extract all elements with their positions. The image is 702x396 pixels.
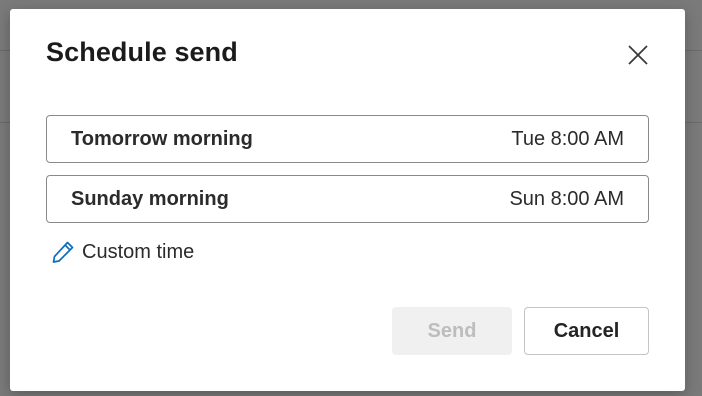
dialog-title: Schedule send bbox=[46, 37, 238, 67]
option-time: Tue 8:00 AM bbox=[511, 127, 624, 150]
option-time: Sun 8:00 AM bbox=[509, 187, 624, 210]
send-button[interactable]: Send bbox=[392, 307, 512, 355]
option-sunday-morning[interactable]: Sunday morning Sun 8:00 AM bbox=[46, 175, 649, 223]
schedule-send-dialog: Schedule send Tomorrow morning Tue 8:00 … bbox=[10, 9, 685, 391]
custom-time-link[interactable]: Custom time bbox=[50, 239, 194, 265]
option-label: Tomorrow morning bbox=[71, 127, 253, 150]
cancel-button[interactable]: Cancel bbox=[524, 307, 649, 355]
option-label: Sunday morning bbox=[71, 187, 229, 210]
pencil-icon bbox=[52, 241, 74, 263]
option-tomorrow-morning[interactable]: Tomorrow morning Tue 8:00 AM bbox=[46, 115, 649, 163]
close-button[interactable] bbox=[624, 41, 652, 69]
close-icon bbox=[628, 45, 648, 65]
custom-time-label: Custom time bbox=[82, 240, 195, 263]
